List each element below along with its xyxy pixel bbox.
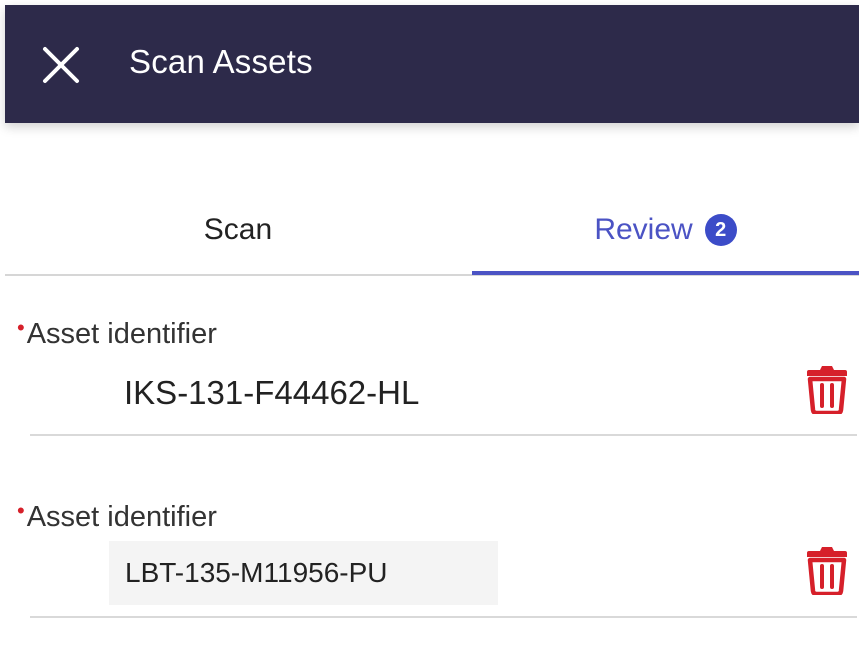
review-count-badge: 2	[704, 214, 737, 246]
asset-identifier-input[interactable]	[109, 541, 498, 605]
required-marker: •	[17, 315, 25, 340]
tab-review-label: Review	[594, 213, 693, 246]
active-tab-indicator	[472, 271, 859, 275]
scan-assets-screen: Scan Assets Scan Review 2 •Asset identif…	[0, 0, 859, 646]
asset-identifier-label: •Asset identifier	[17, 315, 217, 351]
asset-identifier-label-text: Asset identifier	[26, 318, 217, 350]
delete-asset-button[interactable]	[805, 545, 849, 597]
required-marker: •	[17, 498, 25, 523]
tab-scan-label: Scan	[203, 213, 273, 246]
asset-identifier-label: •Asset identifier	[17, 498, 217, 534]
close-button[interactable]	[35, 39, 87, 91]
trash-icon	[807, 547, 847, 597]
page-title: Scan Assets	[129, 43, 313, 80]
asset-identifier-value[interactable]: IKS-131-F44462-HL	[124, 374, 419, 412]
trash-icon	[807, 366, 847, 416]
field-divider	[30, 434, 857, 436]
delete-asset-button[interactable]	[805, 364, 849, 416]
field-divider	[30, 616, 857, 618]
app-header: Scan Assets	[5, 5, 859, 123]
tab-scan[interactable]: Scan	[5, 188, 471, 272]
asset-identifier-label-text: Asset identifier	[26, 501, 217, 533]
tab-review[interactable]: Review 2	[472, 188, 859, 275]
close-icon	[43, 47, 79, 83]
tab-bar: Scan Review 2	[5, 188, 859, 276]
